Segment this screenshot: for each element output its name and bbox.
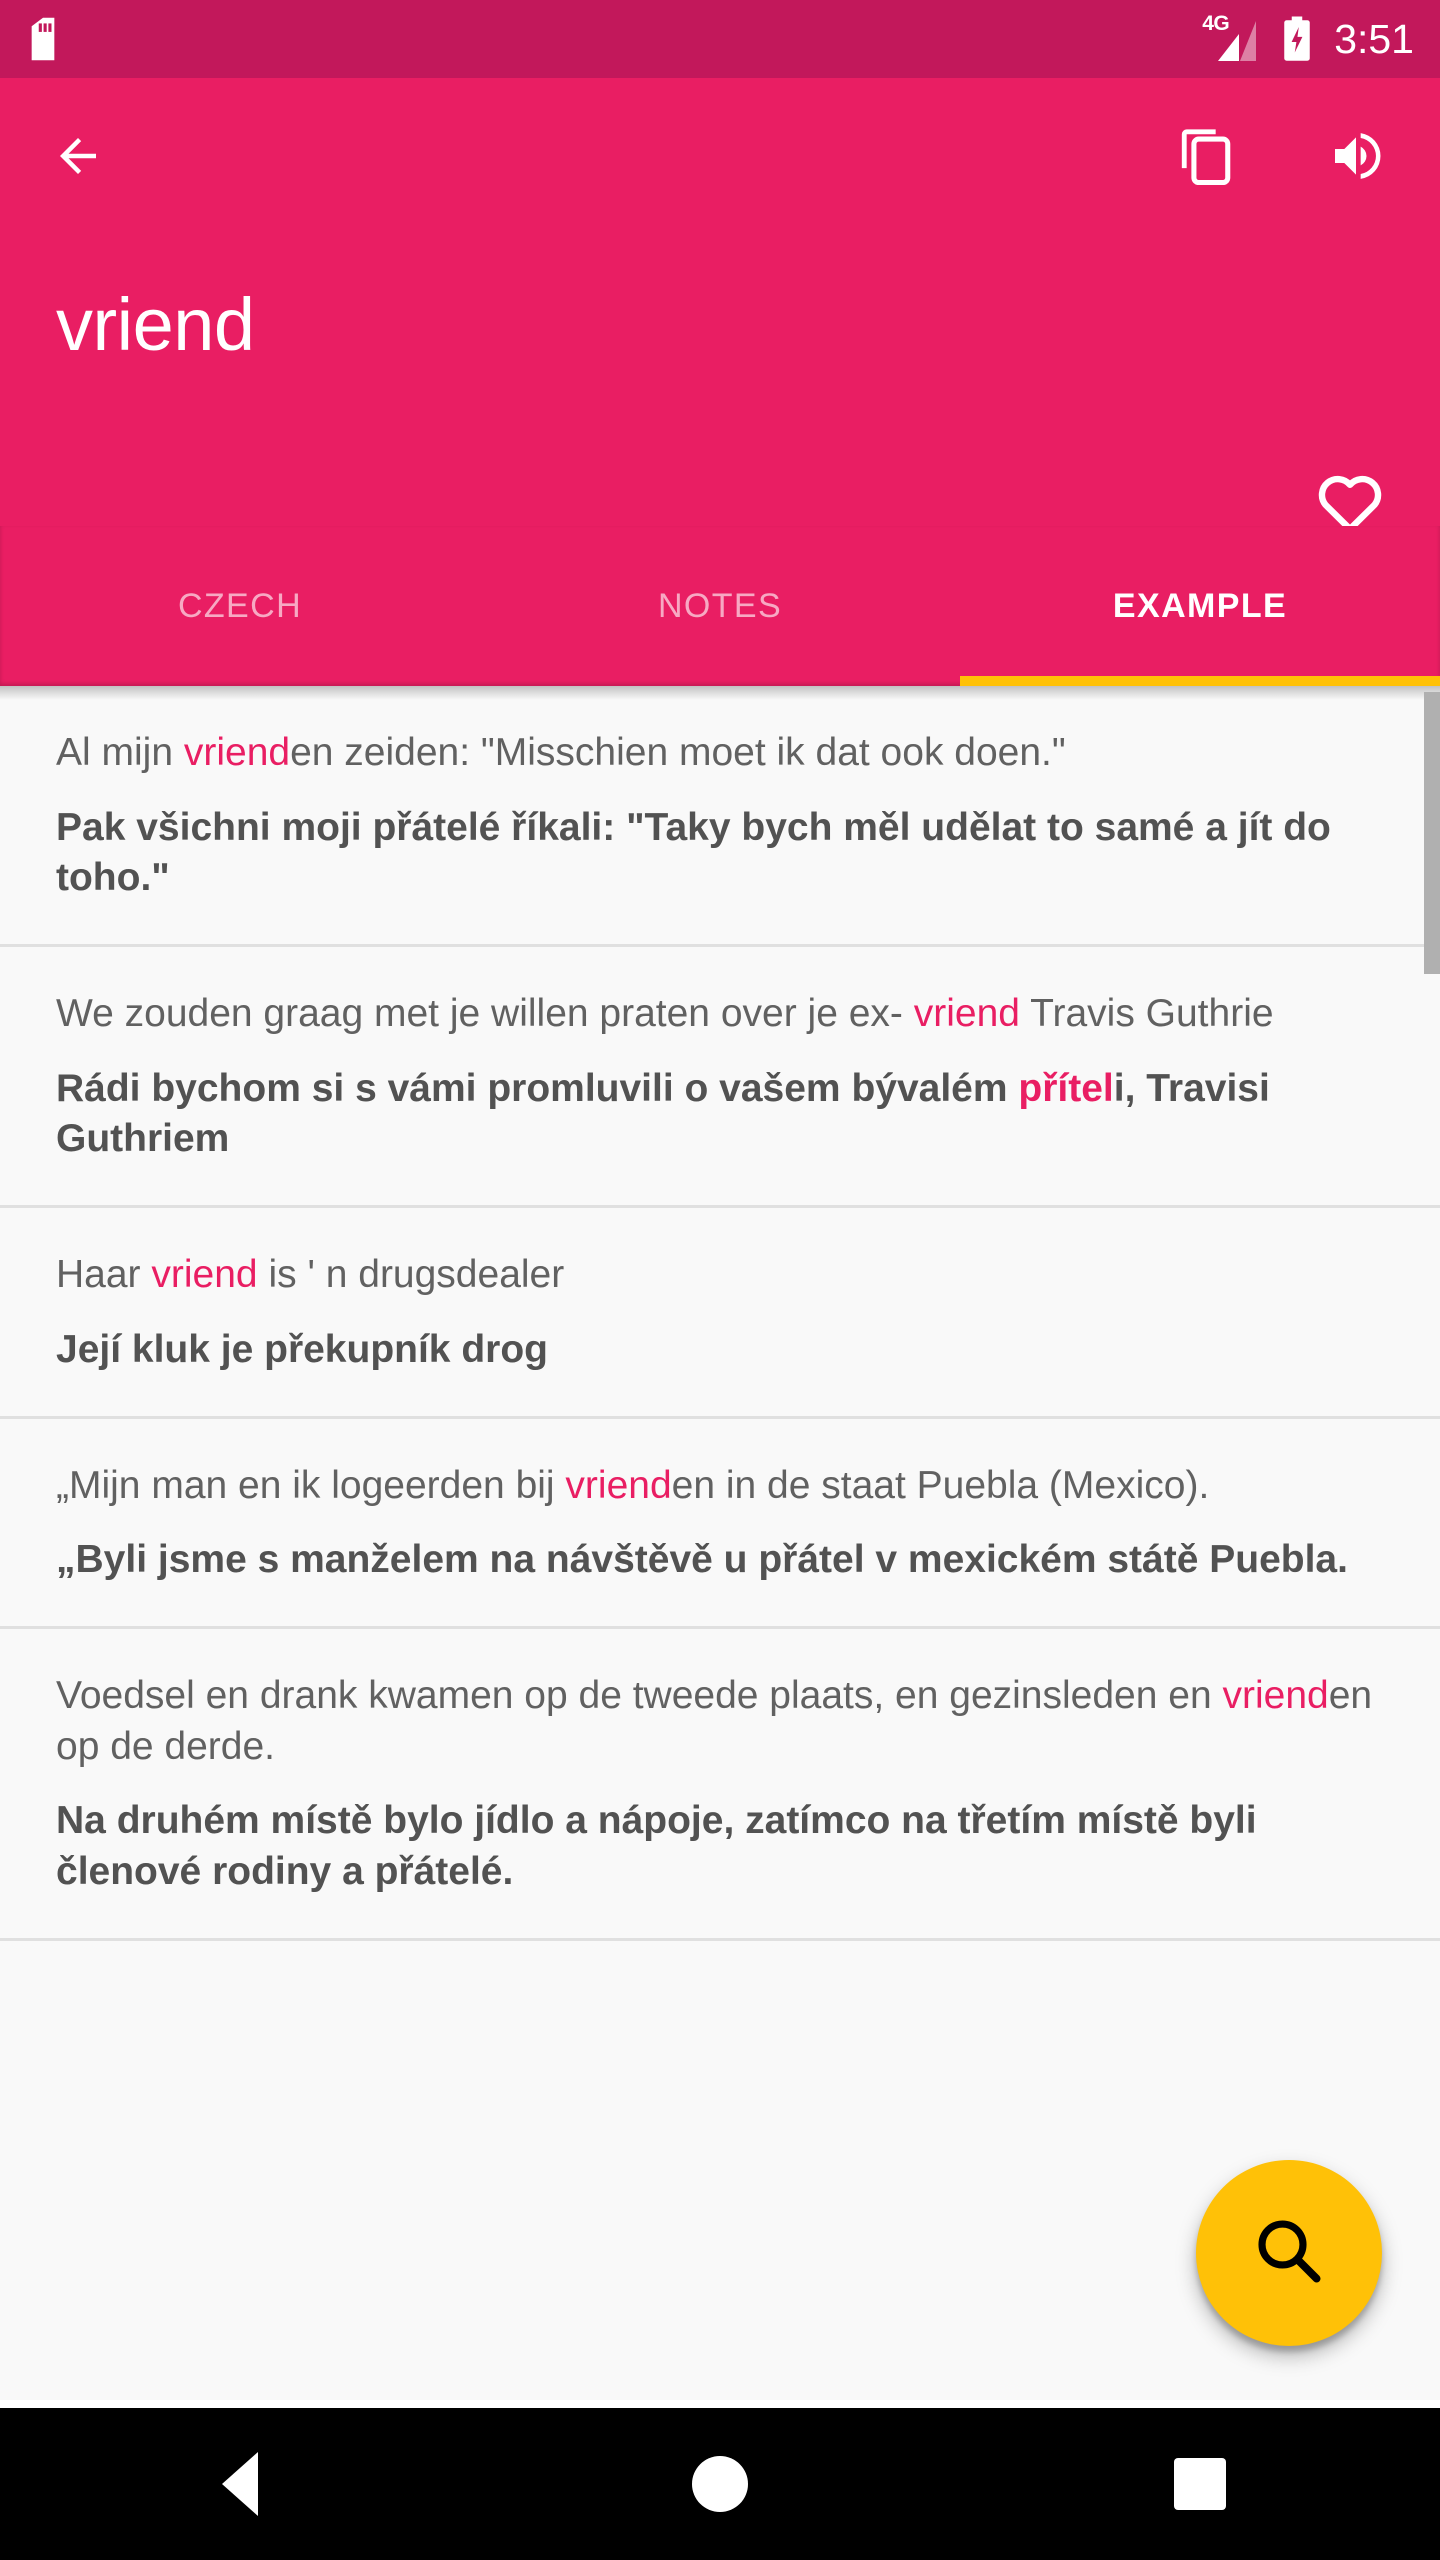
search-icon: [1250, 2212, 1328, 2295]
text-run: Pak všichni moji přátelé říkali: "Taky b…: [56, 805, 1331, 900]
text-run: en zeiden: "Misschien moet ik dat ook do…: [290, 731, 1066, 774]
example-source-text: We zouden graag met je willen praten ove…: [56, 989, 1384, 1040]
example-source-text: Voedsel en drank kwamen op de tweede pla…: [56, 1671, 1384, 1772]
tab-example-label: EXAMPLE: [1112, 586, 1288, 625]
text-run: Travis Guthrie: [1019, 992, 1274, 1036]
nav-recents-button[interactable]: [960, 2408, 1440, 2560]
tab-active-indicator: [960, 676, 1440, 686]
status-bar: 4G 3:51: [0, 0, 1440, 78]
example-translation-text: Její kluk je překupník drog: [56, 1325, 1384, 1376]
example-source-text: Haar vriend is ' n drugsdealer: [56, 1250, 1384, 1301]
example-item[interactable]: We zouden graag met je willen praten ove…: [0, 947, 1440, 1209]
highlighted-term: vriend: [565, 1463, 672, 1507]
arrow-back-icon: [47, 129, 109, 188]
app-bar: vriend: [0, 78, 1440, 532]
tab-czech-label: CZECH: [177, 586, 303, 625]
tab-example[interactable]: EXAMPLE: [960, 526, 1440, 686]
back-triangle-icon: [222, 2452, 258, 2516]
example-translation-text: Na druhém místě bylo jídlo a nápoje, zat…: [56, 1796, 1384, 1897]
example-translation-text: „Byli jsme s manželem na návštěvě u přát…: [56, 1535, 1384, 1586]
example-item[interactable]: Voedsel en drank kwamen op de tweede pla…: [0, 1628, 1440, 1941]
example-source-text: „Mijn man en ik logeerden bij vrienden i…: [56, 1461, 1384, 1512]
examples-list-body: Al mijn vrienden zeiden: "Misschien moet…: [0, 686, 1440, 1941]
signal-bars-icon: 4G: [1202, 13, 1260, 63]
tab-bar: CZECH NOTES EXAMPLE: [0, 526, 1440, 686]
text-run: Al mijn: [56, 731, 184, 774]
nav-home-button[interactable]: [480, 2408, 960, 2560]
highlighted-term: přítel: [1018, 1066, 1114, 1110]
example-source-text: Al mijn vrienden zeiden: "Misschien moet…: [56, 728, 1384, 779]
text-run: „Mijn man en ik logeerden bij: [56, 1463, 566, 1507]
text-run: is ' n drugsdealer: [257, 1253, 565, 1297]
tab-notes[interactable]: NOTES: [480, 526, 960, 686]
example-translation-text: Rádi bychom si s vámi promluvili o vašem…: [56, 1064, 1384, 1165]
nav-back-button[interactable]: [0, 2408, 480, 2560]
example-item[interactable]: „Mijn man en ik logeerden bij vrienden i…: [0, 1418, 1440, 1629]
examples-list[interactable]: Al mijn vrienden zeiden: "Misschien moet…: [0, 686, 1440, 2400]
text-run: Haar: [56, 1253, 152, 1297]
tab-notes-label: NOTES: [657, 586, 783, 625]
text-run: Rádi bychom si s vámi promluvili o vašem…: [56, 1066, 1019, 1110]
sim-card-icon: [26, 17, 60, 61]
text-run: We zouden graag met je willen praten ove…: [56, 992, 914, 1036]
battery-charging-icon: [1282, 16, 1312, 62]
highlighted-term: vriend: [183, 731, 291, 774]
text-run: Voedsel en drank kwamen op de tweede pla…: [56, 1673, 1223, 1717]
example-item[interactable]: Al mijn vrienden zeiden: "Misschien moet…: [0, 686, 1440, 948]
recents-square-icon: [1174, 2458, 1226, 2510]
tab-czech[interactable]: CZECH: [0, 526, 480, 686]
app-root: 4G 3:51 vriend CZECH NOTES EXAMPLE Al mi…: [0, 0, 1440, 2560]
app-bar-right-actions: [1150, 102, 1412, 214]
back-button[interactable]: [22, 102, 134, 214]
highlighted-term: vriend: [1222, 1673, 1329, 1717]
status-bar-left: [26, 17, 60, 61]
highlighted-term: vriend: [151, 1253, 258, 1297]
text-run: „Byli jsme s manželem na návštěvě u přát…: [56, 1538, 1348, 1582]
highlighted-term: vriend: [913, 992, 1020, 1036]
text-run: Její kluk je překupník drog: [56, 1327, 548, 1371]
example-translation-text: Pak všichni moji přátelé říkali: "Taky b…: [56, 803, 1384, 904]
copy-button[interactable]: [1150, 102, 1262, 214]
status-bar-right: 4G 3:51: [1202, 13, 1414, 63]
app-bar-actions: [0, 78, 1440, 238]
copy-icon: [1177, 127, 1235, 190]
search-fab[interactable]: [1196, 2160, 1382, 2346]
volume-up-icon: [1326, 128, 1386, 189]
home-circle-icon: [692, 2456, 748, 2512]
text-run: en in de staat Puebla (Mexico).: [671, 1463, 1210, 1507]
clock-label: 3:51: [1334, 15, 1414, 62]
page-title: vriend: [56, 283, 255, 366]
pronounce-button[interactable]: [1300, 102, 1412, 214]
text-run: Na druhém místě bylo jídlo a nápoje, zat…: [56, 1799, 1257, 1893]
example-item[interactable]: Haar vriend is ' n drugsdealer Její kluk …: [0, 1208, 1440, 1419]
system-navigation-bar: [0, 2408, 1440, 2560]
vertical-scrollbar[interactable]: [1424, 692, 1440, 974]
